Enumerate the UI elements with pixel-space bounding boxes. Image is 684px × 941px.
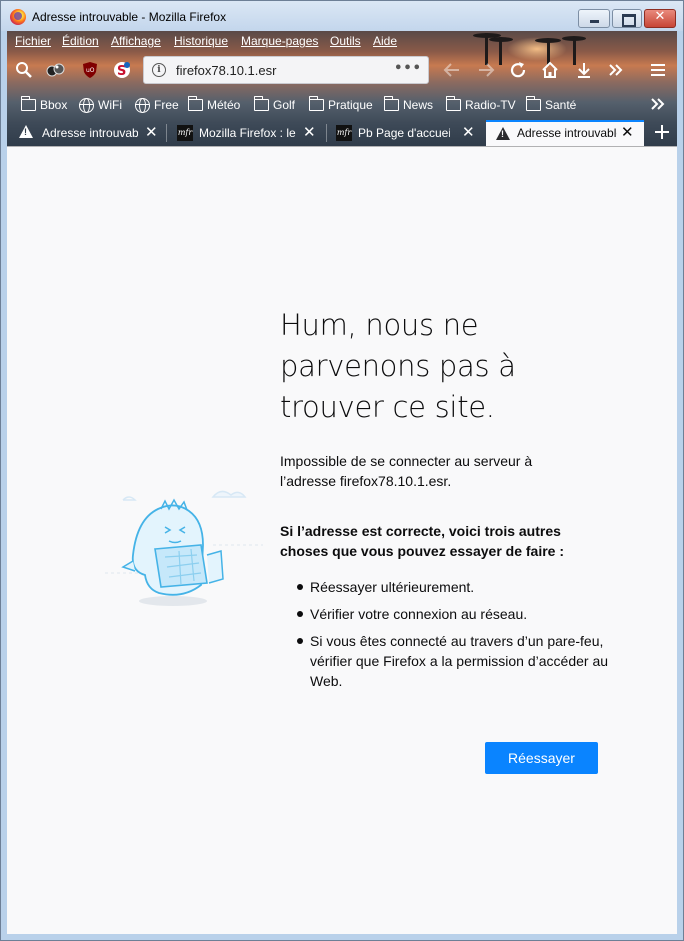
close-window-button[interactable]: ✕ <box>644 9 676 28</box>
tab-pb-page-accueil[interactable]: mfr Pb Page d'accueil ✕ <box>329 120 484 146</box>
mfr-icon: mfr <box>177 125 193 141</box>
bookmark-sante[interactable]: Santé <box>525 96 577 114</box>
error-description: Impossible de se connecter au serveur à … <box>280 453 533 489</box>
menu-fichier[interactable]: Fichier <box>15 34 51 48</box>
tab-close-icon[interactable]: ✕ <box>145 123 158 141</box>
download-icon[interactable] <box>573 59 595 81</box>
minimize-button[interactable] <box>578 9 610 28</box>
bookmark-label: Pratique <box>328 98 373 112</box>
tab-label: Adresse introuvable <box>517 126 617 140</box>
home-icon[interactable] <box>539 59 561 81</box>
tab-label: Adresse introuvable <box>42 126 138 140</box>
menu-outils[interactable]: Outils <box>330 34 361 48</box>
list-item: Vérifier votre connexion au réseau. <box>280 604 610 624</box>
menu-bar: Fichier Édition Affichage Historique Mar… <box>7 31 677 52</box>
title-bar[interactable]: Adresse introuvable - Mozilla Firefox ✕ <box>1 1 683 31</box>
site-info-icon[interactable]: i <box>152 63 166 77</box>
firefox-logo-icon <box>10 9 26 25</box>
bookmark-pratique[interactable]: Pratique <box>308 96 373 114</box>
tab-adresse-introuvable-1[interactable]: Adresse introuvable ✕ <box>9 120 161 146</box>
folder-icon <box>20 96 36 111</box>
bookmark-label: News <box>403 98 434 112</box>
suggestions-list: Réessayer ultérieurement. Vérifier votre… <box>280 577 610 698</box>
list-item: Si vous êtes connecté au travers d’un pa… <box>280 631 610 691</box>
globe-icon <box>135 97 150 113</box>
hamburger-menu-icon[interactable] <box>647 59 669 81</box>
menu-aide[interactable]: Aide <box>373 34 397 48</box>
retry-button[interactable]: Réessayer <box>485 742 598 774</box>
error-title: Hum, nous ne parvenons pas à trouver ce … <box>280 308 516 424</box>
page-content: Hum, nous ne parvenons pas à trouver ce … <box>7 146 677 934</box>
browser-window: Adresse introuvable - Mozilla Firefox ✕ … <box>0 0 684 941</box>
menu-historique[interactable]: Historique <box>174 34 228 48</box>
window-bottom-border <box>1 934 683 940</box>
folder-icon <box>187 96 203 111</box>
bookmark-label: Santé <box>545 98 577 112</box>
bookmark-label: WiFi <box>98 98 122 112</box>
list-item: Réessayer ultérieurement. <box>280 577 610 597</box>
extension-balls-icon[interactable] <box>45 59 67 81</box>
page-actions-button[interactable]: ••• <box>394 61 422 76</box>
tab-close-icon[interactable]: ✕ <box>303 123 316 141</box>
bookmark-meteo[interactable]: Météo <box>187 96 241 114</box>
globe-icon <box>79 97 94 113</box>
folder-icon <box>253 96 269 111</box>
bookmark-label: Bbox <box>40 98 68 112</box>
menu-edition[interactable]: Édition <box>62 34 99 48</box>
folder-icon <box>383 96 399 111</box>
forward-arrow-icon[interactable] <box>475 59 497 81</box>
tab-strip: Adresse introuvable ✕ mfr Mozilla Firefo… <box>7 120 677 146</box>
maximize-button[interactable] <box>612 9 642 28</box>
folder-icon <box>445 96 461 111</box>
bookmarks-overflow-icon[interactable] <box>647 93 669 115</box>
mfr-icon: mfr <box>336 125 352 141</box>
tab-mozilla-firefox[interactable]: mfr Mozilla Firefox : le ✕ <box>169 120 324 146</box>
bookmark-label: Free <box>154 98 179 112</box>
search-icon[interactable] <box>13 59 35 81</box>
menu-marque-pages[interactable]: Marque-pages <box>241 34 318 48</box>
bookmarks-toolbar: Bbox WiFi Free Météo Golf Pratique News … <box>7 93 677 117</box>
tab-adresse-introuvable-active[interactable]: Adresse introuvable ✕ <box>486 120 644 146</box>
bookmark-golf[interactable]: Golf <box>253 96 296 114</box>
extension-s-icon[interactable]: S <box>111 59 133 81</box>
overflow-chevrons-icon[interactable] <box>605 59 627 81</box>
url-text[interactable]: firefox78.10.1.esr <box>176 63 276 78</box>
bookmark-label: Radio-TV <box>465 98 516 112</box>
ublock-origin-icon[interactable]: uO <box>79 59 101 81</box>
error-illustration-monster-icon <box>103 475 263 610</box>
folder-icon <box>308 96 324 111</box>
warning-icon <box>496 127 510 140</box>
svg-text:uO: uO <box>86 67 95 74</box>
new-tab-plus-icon[interactable] <box>651 121 673 143</box>
tab-separator <box>166 124 167 142</box>
bookmark-wifi[interactable]: WiFi <box>79 96 122 114</box>
back-arrow-icon[interactable] <box>441 59 463 81</box>
bookmark-label: Golf <box>273 98 296 112</box>
close-icon: ✕ <box>654 9 666 24</box>
tab-close-icon[interactable]: ✕ <box>462 123 475 141</box>
bookmark-radio-tv[interactable]: Radio-TV <box>445 96 516 114</box>
folder-icon <box>525 96 541 111</box>
navigation-bar: uO S i firefox78.10.1.esr ••• <box>7 53 677 87</box>
bookmark-bbox[interactable]: Bbox <box>20 96 68 114</box>
tab-label: Pb Page d'accueil <box>358 126 450 140</box>
reload-icon[interactable] <box>507 59 529 81</box>
bookmark-label: Météo <box>207 98 241 112</box>
url-bar[interactable]: i firefox78.10.1.esr ••• <box>143 56 429 84</box>
tab-separator <box>326 124 327 142</box>
suggestions-heading: Si l’adresse est correcte, voici trois a… <box>280 523 565 559</box>
menu-affichage[interactable]: Affichage <box>111 34 161 48</box>
warning-icon <box>19 125 33 138</box>
window-title: Adresse introuvable - Mozilla Firefox <box>32 10 227 24</box>
tab-close-icon[interactable]: ✕ <box>621 123 634 141</box>
browser-toolbar-area: Fichier Édition Affichage Historique Mar… <box>7 31 677 146</box>
bookmark-free[interactable]: Free <box>135 96 179 114</box>
bookmark-news[interactable]: News <box>383 96 434 114</box>
tab-label: Mozilla Firefox : le <box>199 126 296 140</box>
